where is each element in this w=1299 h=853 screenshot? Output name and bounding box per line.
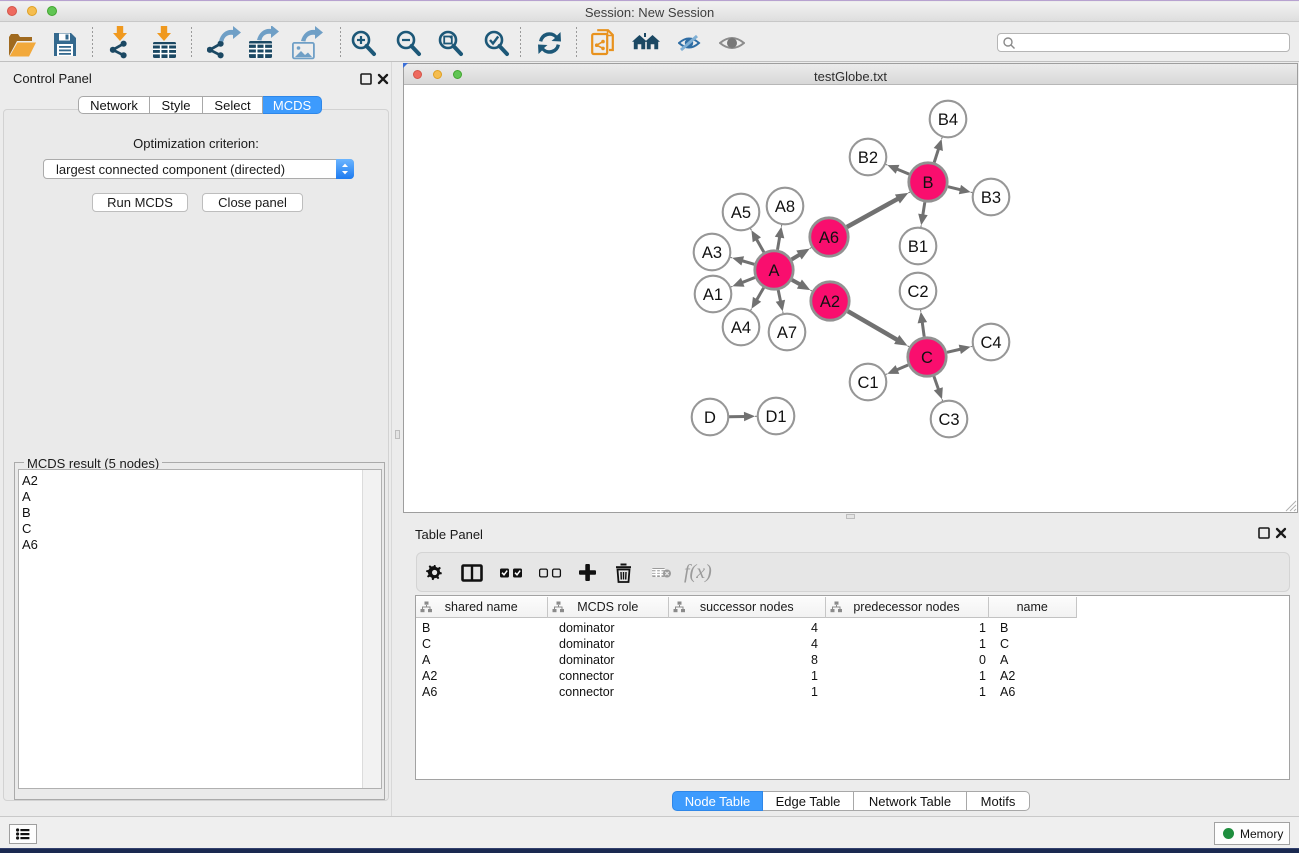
svg-text:A: A [768,262,779,280]
svg-text:A3: A3 [702,244,722,262]
svg-text:B2: B2 [858,149,878,167]
svg-text:C4: C4 [980,334,1001,352]
svg-text:C1: C1 [857,374,878,392]
svg-text:A4: A4 [731,319,751,337]
svg-text:A6: A6 [819,229,839,247]
svg-text:B1: B1 [908,238,928,256]
svg-text:C2: C2 [907,283,928,301]
svg-text:A1: A1 [703,286,723,304]
svg-text:A7: A7 [777,324,797,342]
svg-text:B: B [922,174,933,192]
svg-text:A2: A2 [820,293,840,311]
svg-text:D: D [704,409,716,427]
svg-text:D1: D1 [765,408,786,426]
svg-text:C: C [921,349,933,367]
svg-text:A5: A5 [731,204,751,222]
svg-text:A8: A8 [775,198,795,216]
svg-text:C3: C3 [938,411,959,429]
svg-text:B4: B4 [938,111,958,129]
svg-text:B3: B3 [981,189,1001,207]
